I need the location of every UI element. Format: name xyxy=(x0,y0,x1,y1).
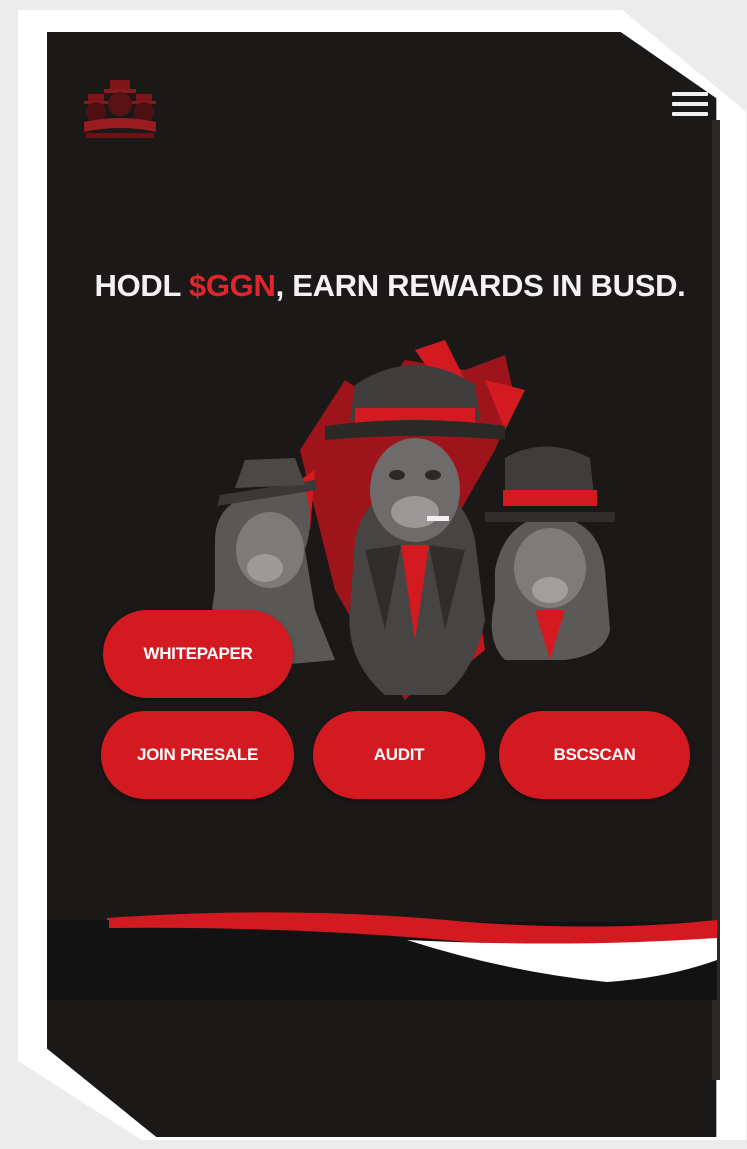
join-presale-button[interactable]: JOIN PRESALE xyxy=(101,711,294,799)
logo[interactable] xyxy=(80,78,160,140)
menu-line xyxy=(672,92,708,96)
hamburger-menu-icon[interactable] xyxy=(672,92,708,122)
bscscan-button[interactable]: BSCSCAN xyxy=(499,711,690,799)
headline-suffix: , EARN REWARDS IN BUSD. xyxy=(275,268,686,303)
menu-line xyxy=(672,102,708,106)
wave-divider xyxy=(47,912,717,1000)
headline-token: $GGN xyxy=(188,268,276,303)
menu-line xyxy=(672,112,708,116)
whitepaper-button[interactable]: WHITEPAPER xyxy=(103,610,293,698)
hero-headline: HODL $GGN, EARN REWARDS IN BUSD. xyxy=(60,268,720,304)
audit-button[interactable]: AUDIT xyxy=(313,711,485,799)
gorilla-gang-logo-icon xyxy=(84,80,156,138)
headline-prefix: HODL xyxy=(94,268,189,303)
